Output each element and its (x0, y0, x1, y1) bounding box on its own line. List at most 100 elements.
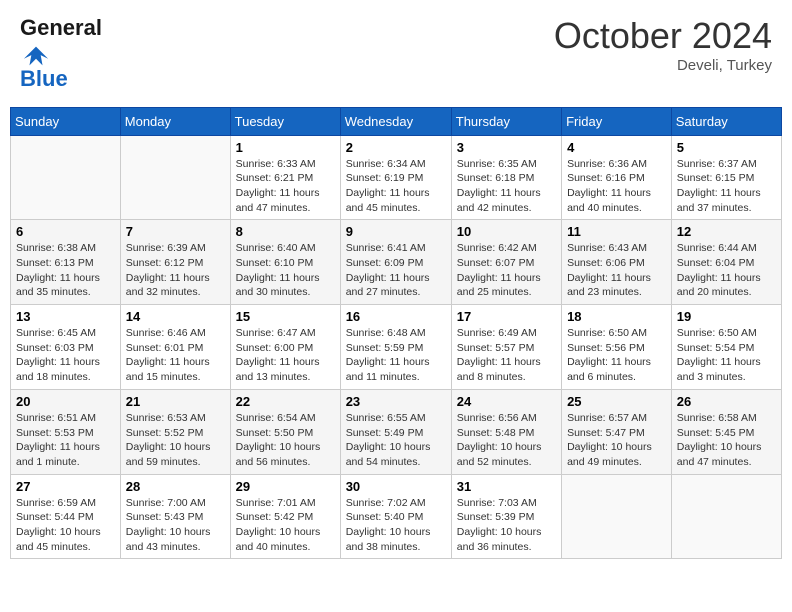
calendar-cell (562, 474, 672, 559)
day-header-friday: Friday (562, 107, 672, 135)
calendar-week-5: 27Sunrise: 6:59 AMSunset: 5:44 PMDayligh… (11, 474, 782, 559)
calendar-cell: 14 Sunrise: 6:46 AMSunset: 6:01 PMDayligh… (120, 305, 230, 390)
calendar-week-2: 6 Sunrise: 6:38 AMSunset: 6:13 PMDaylight… (11, 220, 782, 305)
month-title: October 2024 (554, 15, 772, 57)
day-info: Sunrise: 6:39 AMSunset: 6:12 PMDaylight:… (126, 241, 225, 300)
day-number: 14 (126, 309, 225, 324)
day-info: Sunrise: 6:53 AMSunset: 5:52 PMDaylight:… (126, 411, 225, 470)
day-number: 6 (16, 224, 115, 239)
day-number: 25 (567, 394, 666, 409)
day-number: 13 (16, 309, 115, 324)
calendar-cell (120, 135, 230, 220)
calendar-cell: 25 Sunrise: 6:57 AMSunset: 5:47 PMDayligh… (562, 389, 672, 474)
day-info: Sunrise: 6:35 AMSunset: 6:18 PMDaylight:… (457, 157, 556, 216)
day-number: 30 (346, 479, 446, 494)
day-header-monday: Monday (120, 107, 230, 135)
calendar-header-row: SundayMondayTuesdayWednesdayThursdayFrid… (11, 107, 782, 135)
calendar-cell: 8Sunrise: 6:40 AMSunset: 6:10 PMDaylight… (230, 220, 340, 305)
calendar-cell: 3 Sunrise: 6:35 AMSunset: 6:18 PMDaylight… (451, 135, 561, 220)
calendar-cell: 19 Sunrise: 6:50 AMSunset: 5:54 PMDayligh… (671, 305, 781, 390)
day-number: 19 (677, 309, 776, 324)
day-number: 1 (236, 140, 335, 155)
calendar-cell: 17 Sunrise: 6:49 AMSunset: 5:57 PMDayligh… (451, 305, 561, 390)
day-info: Sunrise: 6:36 AMSunset: 6:16 PMDaylight:… (567, 157, 666, 216)
calendar-cell: 26Sunrise: 6:58 AMSunset: 5:45 PMDayligh… (671, 389, 781, 474)
day-number: 2 (346, 140, 446, 155)
day-info: Sunrise: 6:50 AMSunset: 5:54 PMDaylight:… (677, 326, 776, 385)
day-info: Sunrise: 6:55 AMSunset: 5:49 PMDaylight:… (346, 411, 446, 470)
calendar-cell: 13 Sunrise: 6:45 AMSunset: 6:03 PMDayligh… (11, 305, 121, 390)
calendar-cell: 21 Sunrise: 6:53 AMSunset: 5:52 PMDayligh… (120, 389, 230, 474)
day-number: 8 (236, 224, 335, 239)
calendar-cell: 27Sunrise: 6:59 AMSunset: 5:44 PMDayligh… (11, 474, 121, 559)
day-info: Sunrise: 6:50 AMSunset: 5:56 PMDaylight:… (567, 326, 666, 385)
day-number: 24 (457, 394, 556, 409)
day-number: 10 (457, 224, 556, 239)
calendar-cell: 23 Sunrise: 6:55 AMSunset: 5:49 PMDayligh… (340, 389, 451, 474)
day-info: Sunrise: 7:03 AMSunset: 5:39 PMDaylight:… (457, 496, 556, 555)
calendar-cell: 31 Sunrise: 7:03 AMSunset: 5:39 PMDayligh… (451, 474, 561, 559)
day-info: Sunrise: 6:41 AMSunset: 6:09 PMDaylight:… (346, 241, 446, 300)
page-header: General Blue October 2024 Develi, Turkey (10, 10, 782, 97)
day-info: Sunrise: 6:33 AMSunset: 6:21 PMDaylight:… (236, 157, 335, 216)
day-info: Sunrise: 6:51 AMSunset: 5:53 PMDaylight:… (16, 411, 115, 470)
calendar-cell: 4Sunrise: 6:36 AMSunset: 6:16 PMDaylight… (562, 135, 672, 220)
day-number: 7 (126, 224, 225, 239)
day-info: Sunrise: 7:02 AMSunset: 5:40 PMDaylight:… (346, 496, 446, 555)
day-number: 9 (346, 224, 446, 239)
day-number: 3 (457, 140, 556, 155)
calendar-cell: 30 Sunrise: 7:02 AMSunset: 5:40 PMDayligh… (340, 474, 451, 559)
logo: General Blue (20, 15, 138, 92)
calendar-cell: 15 Sunrise: 6:47 AMSunset: 6:00 PMDayligh… (230, 305, 340, 390)
day-info: Sunrise: 6:42 AMSunset: 6:07 PMDaylight:… (457, 241, 556, 300)
day-number: 29 (236, 479, 335, 494)
day-info: Sunrise: 6:57 AMSunset: 5:47 PMDaylight:… (567, 411, 666, 470)
location: Develi, Turkey (554, 57, 772, 74)
calendar-cell: 24 Sunrise: 6:56 AMSunset: 5:48 PMDayligh… (451, 389, 561, 474)
day-header-tuesday: Tuesday (230, 107, 340, 135)
calendar-cell: 20 Sunrise: 6:51 AMSunset: 5:53 PMDayligh… (11, 389, 121, 474)
day-number: 23 (346, 394, 446, 409)
day-number: 17 (457, 309, 556, 324)
day-info: Sunrise: 6:46 AMSunset: 6:01 PMDaylight:… (126, 326, 225, 385)
day-info: Sunrise: 6:43 AMSunset: 6:06 PMDaylight:… (567, 241, 666, 300)
day-info: Sunrise: 6:59 AMSunset: 5:44 PMDaylight:… (16, 496, 115, 555)
day-info: Sunrise: 6:44 AMSunset: 6:04 PMDaylight:… (677, 241, 776, 300)
calendar-cell (671, 474, 781, 559)
day-info: Sunrise: 6:37 AMSunset: 6:15 PMDaylight:… (677, 157, 776, 216)
day-number: 16 (346, 309, 446, 324)
day-header-thursday: Thursday (451, 107, 561, 135)
calendar-week-4: 20 Sunrise: 6:51 AMSunset: 5:53 PMDayligh… (11, 389, 782, 474)
logo-text: General Blue (20, 15, 138, 92)
day-info: Sunrise: 6:47 AMSunset: 6:00 PMDaylight:… (236, 326, 335, 385)
day-number: 15 (236, 309, 335, 324)
day-number: 20 (16, 394, 115, 409)
day-number: 21 (126, 394, 225, 409)
calendar-cell: 9 Sunrise: 6:41 AMSunset: 6:09 PMDaylight… (340, 220, 451, 305)
calendar-cell: 28Sunrise: 7:00 AMSunset: 5:43 PMDayligh… (120, 474, 230, 559)
logo-general: General (20, 15, 102, 40)
calendar-cell: 5Sunrise: 6:37 AMSunset: 6:15 PMDaylight… (671, 135, 781, 220)
day-info: Sunrise: 6:34 AMSunset: 6:19 PMDaylight:… (346, 157, 446, 216)
day-info: Sunrise: 6:49 AMSunset: 5:57 PMDaylight:… (457, 326, 556, 385)
calendar-cell: 18Sunrise: 6:50 AMSunset: 5:56 PMDayligh… (562, 305, 672, 390)
day-info: Sunrise: 6:38 AMSunset: 6:13 PMDaylight:… (16, 241, 115, 300)
day-number: 31 (457, 479, 556, 494)
day-number: 22 (236, 394, 335, 409)
calendar-week-1: 1 Sunrise: 6:33 AMSunset: 6:21 PMDaylight… (11, 135, 782, 220)
calendar-cell: 16 Sunrise: 6:48 AMSunset: 5:59 PMDayligh… (340, 305, 451, 390)
day-info: Sunrise: 6:45 AMSunset: 6:03 PMDaylight:… (16, 326, 115, 385)
calendar-cell: 22 Sunrise: 6:54 AMSunset: 5:50 PMDayligh… (230, 389, 340, 474)
day-info: Sunrise: 6:48 AMSunset: 5:59 PMDaylight:… (346, 326, 446, 385)
day-info: Sunrise: 6:54 AMSunset: 5:50 PMDaylight:… (236, 411, 335, 470)
day-info: Sunrise: 7:01 AMSunset: 5:42 PMDaylight:… (236, 496, 335, 555)
calendar-cell: 29 Sunrise: 7:01 AMSunset: 5:42 PMDayligh… (230, 474, 340, 559)
calendar-cell: 2 Sunrise: 6:34 AMSunset: 6:19 PMDaylight… (340, 135, 451, 220)
title-area: October 2024 Develi, Turkey (554, 15, 772, 74)
day-number: 26 (677, 394, 776, 409)
day-info: Sunrise: 6:56 AMSunset: 5:48 PMDaylight:… (457, 411, 556, 470)
calendar-table: SundayMondayTuesdayWednesdayThursdayFrid… (10, 107, 782, 560)
calendar-cell: 7 Sunrise: 6:39 AMSunset: 6:12 PMDaylight… (120, 220, 230, 305)
calendar-cell: 11Sunrise: 6:43 AMSunset: 6:06 PMDayligh… (562, 220, 672, 305)
day-header-saturday: Saturday (671, 107, 781, 135)
